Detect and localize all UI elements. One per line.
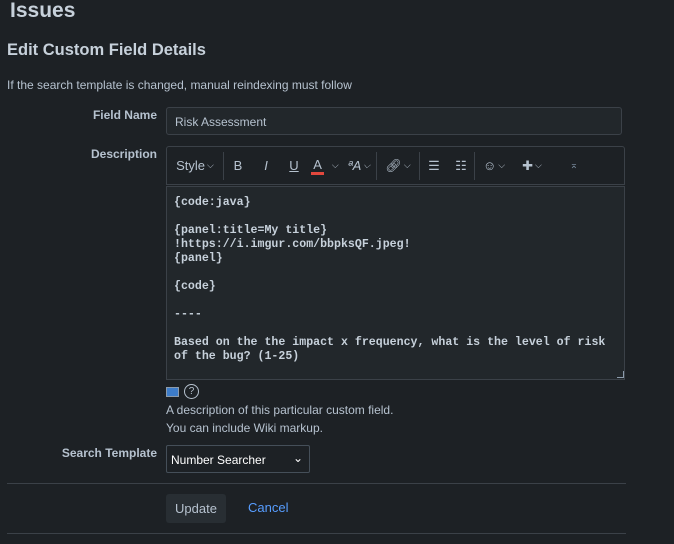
editor-line: {code}	[174, 280, 216, 293]
chevron-down-icon: ⌵	[331, 160, 339, 170]
editor-line: {panel:title=My title}	[174, 224, 328, 237]
chevron-down-icon: ⌵	[498, 160, 506, 170]
editor-line: ----	[174, 308, 202, 321]
emoji-button[interactable]: ☺ ⌵	[475, 147, 513, 184]
chevron-down-icon: ⌵	[403, 160, 411, 170]
divider	[7, 483, 626, 484]
cancel-link[interactable]: Cancel	[248, 500, 288, 515]
reindex-note: If the search template is changed, manua…	[7, 78, 352, 92]
description-textarea[interactable]: {code:java} {panel:title=My title} !https…	[166, 186, 625, 380]
editor-line: of the bug? (1-25)	[174, 350, 300, 363]
wiki-preview-icon[interactable]	[166, 387, 179, 397]
divider	[7, 533, 626, 534]
editor-line: {panel}	[174, 252, 223, 265]
italic-icon: I	[264, 158, 268, 173]
description-help: A description of this particular custom …	[166, 403, 394, 417]
link-icon: 🔗︎	[385, 157, 402, 173]
collapse-icon: ⌅	[569, 160, 579, 171]
text-color-button[interactable]: A ⌵	[308, 147, 342, 184]
field-name-label: Field Name	[92, 108, 157, 122]
editor-line: Based on the the impact x frequency, wha…	[174, 336, 606, 349]
style-dropdown[interactable]: Style ⌵	[167, 147, 223, 184]
chevron-down-icon: ⌵	[207, 160, 214, 170]
numbered-list-button[interactable]: ☷	[448, 147, 474, 184]
chevron-down-icon: ⌄	[292, 451, 303, 465]
editor-line: {code:java}	[174, 196, 251, 209]
bullet-list-icon: ☰	[428, 157, 440, 173]
search-template-label: Search Template	[61, 446, 157, 460]
page-title: Issues	[10, 0, 76, 22]
numbered-list-icon: ☷	[455, 157, 467, 173]
editor-line: !https://i.imgur.com/bbpksQF.jpeg!	[174, 238, 411, 251]
text-size-icon: ªA	[347, 158, 362, 173]
insert-button[interactable]: ✚ ⌵	[513, 147, 551, 184]
search-template-select[interactable]: Number Searcher ⌄	[166, 445, 310, 473]
resize-handle[interactable]	[617, 371, 624, 378]
link-button[interactable]: 🔗︎ ⌵	[377, 147, 419, 184]
bold-icon: B	[233, 158, 243, 173]
section-title: Edit Custom Field Details	[7, 41, 206, 59]
field-name-input[interactable]: Risk Assessment	[166, 107, 622, 135]
plus-icon: ✚	[522, 157, 534, 173]
text-size-button[interactable]: ªA ⌵	[342, 147, 376, 184]
chevron-down-icon: ⌵	[363, 160, 371, 170]
selected-value: Number Searcher	[171, 453, 266, 467]
help-icon[interactable]: ?	[184, 384, 199, 399]
bullet-list-button[interactable]: ☰	[420, 147, 448, 184]
wiki-markup-help: You can include Wiki markup.	[166, 421, 323, 435]
description-label: Description	[90, 147, 157, 161]
underline-icon: U	[289, 158, 299, 173]
collapse-toolbar-button[interactable]: ⌅	[551, 147, 597, 184]
style-label: Style	[176, 158, 206, 173]
text-color-icon: A	[311, 157, 324, 175]
underline-button[interactable]: U	[280, 147, 308, 184]
editor-toolbar: Style ⌵ B I U A ⌵ ªA ⌵ 🔗︎ ⌵ ☰ ☷ ☺ ⌵ ✚ ⌵ ⌅	[166, 146, 625, 185]
update-button[interactable]: Update	[166, 494, 226, 523]
emoji-icon: ☺	[482, 158, 497, 173]
italic-button[interactable]: I	[252, 147, 280, 184]
bold-button[interactable]: B	[224, 147, 252, 184]
chevron-down-icon: ⌵	[535, 160, 542, 170]
